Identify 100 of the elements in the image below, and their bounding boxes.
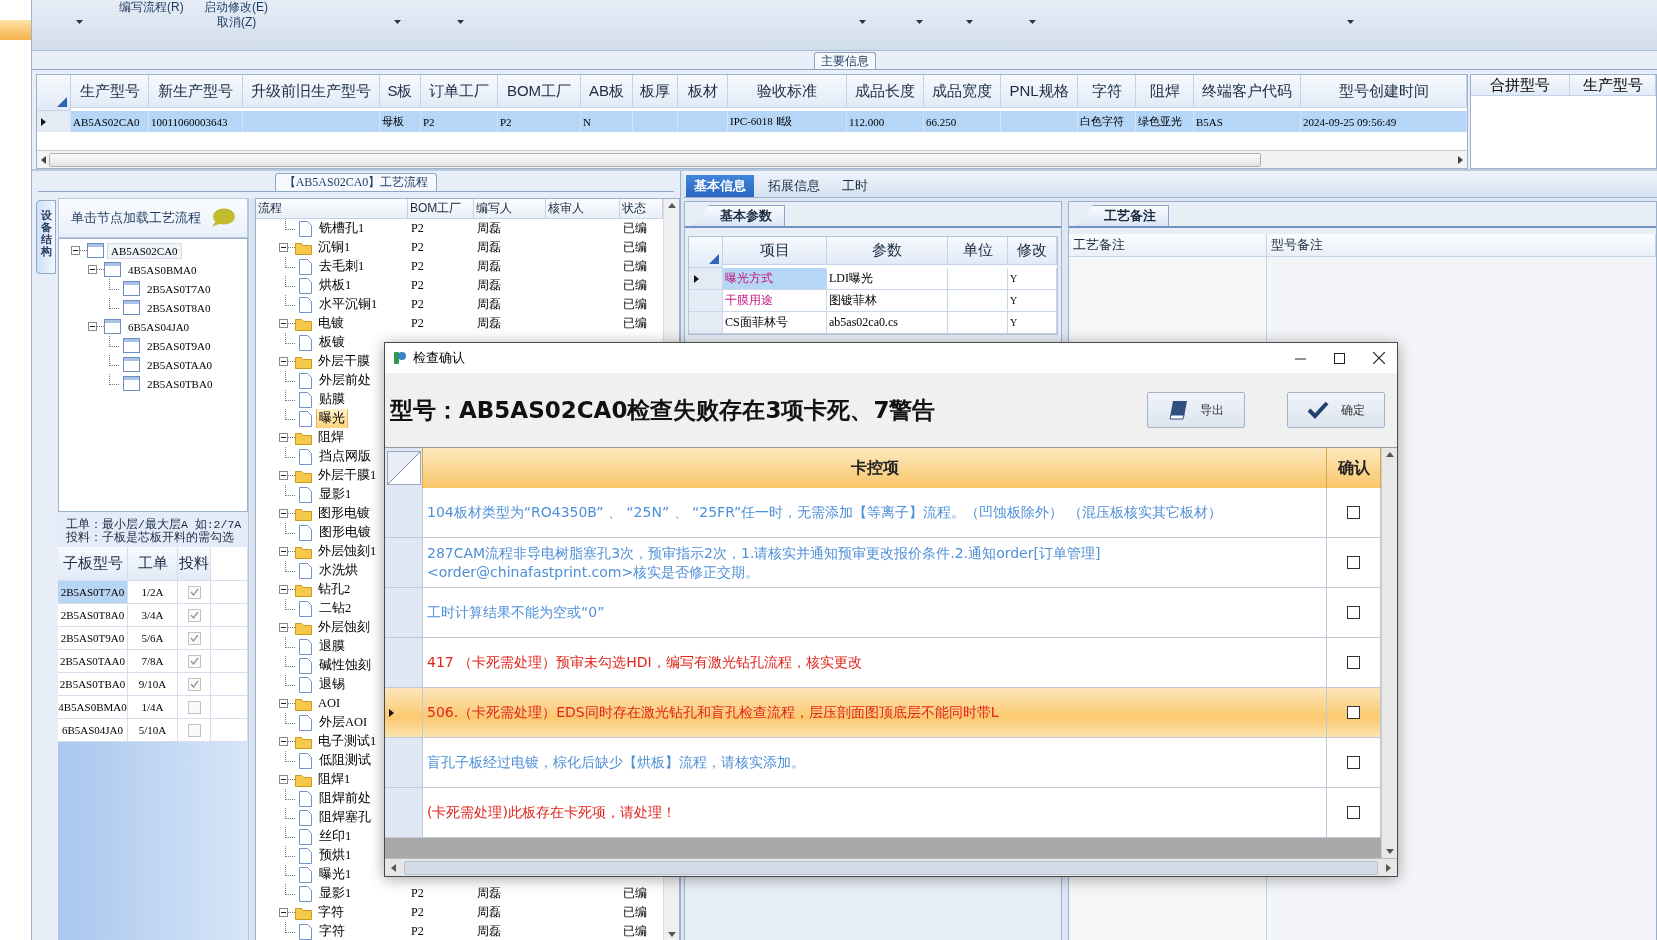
scroll-left-icon[interactable] [391, 863, 396, 872]
tree-node[interactable]: 4B5AS0BMA0 [124, 261, 201, 278]
tree-node[interactable]: 2B5AS0T7A0 [143, 280, 215, 297]
tree-node[interactable]: 低阻测试 [316, 751, 374, 770]
tree-node[interactable]: 2B5AS0TAA0 [143, 356, 217, 373]
checkbox[interactable] [1347, 706, 1360, 719]
tree-node[interactable]: 水平沉铜1 [316, 295, 381, 314]
table-cell[interactable]: 2B5AS0T7A0 [58, 581, 128, 603]
tree-node[interactable]: 板镀 [316, 333, 348, 352]
tree-node[interactable]: 外层前处 [316, 371, 374, 390]
collapse-icon[interactable] [279, 509, 288, 518]
tree-node[interactable]: 电镀 [315, 314, 347, 333]
scrollbar-thumb[interactable] [404, 860, 1378, 875]
tree-node[interactable]: 钻孔2 [315, 580, 354, 599]
export-button[interactable]: 导出 [1147, 392, 1245, 428]
tree-node[interactable]: 铣槽孔1 [316, 219, 368, 238]
tree-node[interactable]: 曝光1 [316, 865, 355, 884]
collapse-icon[interactable] [279, 243, 288, 252]
table-cell[interactable]: 2B5AS0T8A0 [58, 604, 128, 626]
table-cell[interactable]: 曝光方式 [723, 268, 827, 290]
tree-node[interactable]: 2B5AS0TBA0 [143, 375, 217, 392]
tree-node[interactable]: 外层蚀刻 [315, 618, 373, 637]
scroll-left-icon[interactable] [41, 155, 46, 164]
side-tab[interactable]: 设备结构 [36, 200, 56, 274]
tree-node[interactable]: 挡点网版 [316, 447, 374, 466]
scroll-right-icon[interactable] [1458, 155, 1463, 164]
table-cell[interactable]: 4B5AS0BMA0 [58, 696, 128, 718]
tree-node[interactable]: 阻焊塞孔 [316, 808, 374, 827]
scroll-right-icon[interactable] [1386, 863, 1391, 872]
tree-node[interactable]: 丝印1 [316, 827, 355, 846]
caret-icon[interactable] [916, 20, 923, 24]
tree-node[interactable]: 2B5AS0T9A0 [143, 337, 215, 354]
collapse-icon[interactable] [279, 547, 288, 556]
table-row[interactable]: AB5AS02CA0 10011060003643 母板 P2 P2 N IPC-6018 Ⅱ级 112.000 66.250 白色字符 绿色亚光 B5AS 2024-09-25 09:56:49 [37, 111, 1467, 132]
checkbox[interactable] [1347, 606, 1360, 619]
caret-icon[interactable] [1029, 20, 1036, 24]
collapse-icon[interactable] [279, 433, 288, 442]
sub-tab[interactable]: 工艺备注 [1077, 205, 1169, 226]
table-cell[interactable]: 6B5AS04JA0 [58, 719, 128, 741]
checkbox[interactable] [1347, 506, 1360, 519]
tree-node[interactable]: 去毛刺1 [316, 257, 368, 276]
tree-node[interactable]: 预烘1 [316, 846, 355, 865]
tree-node[interactable]: 2B5AS0T8A0 [143, 299, 215, 316]
tab[interactable]: 拓展信息 [760, 175, 828, 197]
caret-icon[interactable] [76, 20, 83, 24]
tree-node[interactable]: 外层干膜1 [315, 466, 380, 485]
scrollbar-thumb[interactable] [49, 152, 1261, 167]
tree-node[interactable]: 阻焊 [315, 428, 347, 447]
checkbox[interactable] [1347, 556, 1360, 569]
collapse-icon[interactable] [88, 322, 97, 331]
ribbon-command[interactable]: 启动修改(E) [204, 0, 274, 16]
tree-node[interactable]: AB5AS02CA0 [107, 242, 182, 259]
scroll-down-icon[interactable] [1385, 849, 1394, 854]
select-all-icon[interactable] [709, 254, 719, 264]
table-cell[interactable]: CS面菲林号 [723, 312, 827, 334]
collapse-icon[interactable] [279, 699, 288, 708]
caret-icon[interactable] [966, 20, 973, 24]
table-cell[interactable]: 干膜用途 [723, 290, 827, 312]
caret-icon[interactable] [1347, 20, 1354, 24]
collapse-icon[interactable] [279, 623, 288, 632]
tree-node[interactable]: 阻焊1 [315, 770, 354, 789]
collapse-icon[interactable] [279, 908, 288, 917]
collapse-icon[interactable] [279, 471, 288, 480]
tree-node[interactable]: 字符 [316, 922, 348, 940]
tree-node[interactable]: AOI [315, 694, 344, 713]
caret-icon[interactable] [457, 20, 464, 24]
tree-node[interactable]: 水洗烘 [316, 561, 361, 580]
tree-node[interactable]: 退锡 [316, 675, 348, 694]
collapse-icon[interactable] [71, 246, 80, 255]
checkbox[interactable] [1347, 806, 1360, 819]
tree-node[interactable]: 阻焊前处 [316, 789, 374, 808]
confirm-button[interactable]: 确定 [1287, 392, 1385, 428]
scroll-up-icon[interactable] [667, 203, 676, 208]
maximize-icon[interactable] [1334, 352, 1345, 364]
table-cell[interactable]: 2B5AS0TAA0 [58, 650, 128, 672]
tree-node[interactable]: 显影1 [316, 884, 355, 903]
tree-node[interactable]: 6B5AS04JA0 [124, 318, 194, 335]
tree-node[interactable]: 烘板1 [316, 276, 355, 295]
sub-tab[interactable]: 基本参数 [693, 205, 785, 226]
tree-node[interactable]: 碱性蚀刻 [316, 656, 374, 675]
tab[interactable]: 基本信息 [686, 175, 754, 197]
tree-node[interactable]: 外层干膜 [315, 352, 373, 371]
close-icon[interactable] [1373, 352, 1385, 364]
collapse-icon[interactable] [279, 319, 288, 328]
select-all-icon[interactable] [386, 451, 421, 485]
scroll-up-icon[interactable] [1385, 452, 1394, 457]
checkbox[interactable] [1347, 656, 1360, 669]
collapse-icon[interactable] [279, 357, 288, 366]
ribbon-command[interactable]: 取消(Z) [217, 13, 287, 31]
tree-node[interactable]: 曝光 [316, 409, 348, 428]
select-all-icon[interactable] [57, 97, 67, 107]
row-header[interactable] [689, 268, 723, 290]
checkbox[interactable] [1347, 756, 1360, 769]
scroll-down-icon[interactable] [667, 932, 676, 937]
table-cell[interactable]: 2B5AS0TBA0 [58, 673, 128, 695]
tree-node[interactable]: 显影1 [316, 485, 355, 504]
tab[interactable]: 工时 [834, 175, 876, 197]
tree-node[interactable]: 沉铜1 [315, 238, 354, 257]
collapse-icon[interactable] [279, 775, 288, 784]
tree-node[interactable]: 电子测试1 [315, 732, 380, 751]
